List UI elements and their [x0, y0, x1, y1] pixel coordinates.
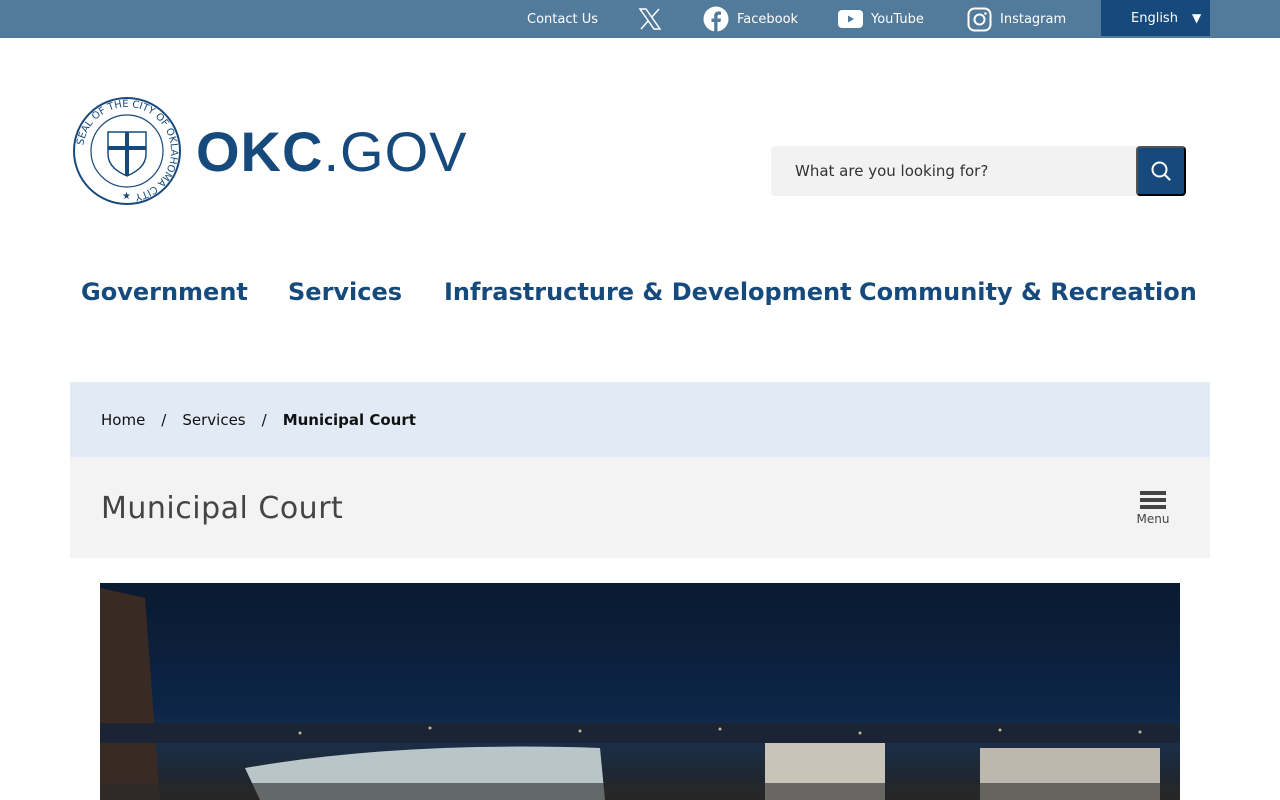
- menu-label: Menu: [1136, 512, 1170, 526]
- section-menu-button[interactable]: Menu: [1136, 491, 1170, 526]
- hamburger-icon: [1140, 491, 1166, 495]
- facebook-link[interactable]: Facebook: [703, 0, 798, 38]
- city-seal-logo: SEAL OF THE CITY OF OKLAHOMA CITY ★: [73, 97, 181, 205]
- youtube-icon: [838, 10, 863, 28]
- search-icon: [1151, 161, 1171, 181]
- caret-down-icon: ▼: [1191, 11, 1202, 25]
- nav-services[interactable]: Services: [288, 278, 402, 306]
- instagram-icon: [967, 7, 992, 31]
- hero-image-municipal-court-night: [100, 583, 1180, 800]
- breadcrumb-separator: /: [161, 410, 167, 429]
- hamburger-icon-bar: [1140, 505, 1166, 509]
- search-input[interactable]: [771, 146, 1137, 196]
- breadcrumb-separator: /: [261, 410, 267, 429]
- x-twitter-link[interactable]: [638, 0, 662, 38]
- language-select[interactable]: English ▼: [1101, 0, 1210, 36]
- nav-community-recreation[interactable]: Community & Recreation: [859, 278, 1197, 306]
- nav-government[interactable]: Government: [81, 278, 248, 306]
- youtube-link[interactable]: YouTube: [838, 0, 924, 38]
- svg-text:★: ★: [122, 191, 131, 202]
- breadcrumb-home[interactable]: Home: [101, 411, 145, 429]
- breadcrumb: Home / Services / Municipal Court: [70, 382, 1210, 457]
- utility-bar: Contact Us Facebook YouTube Instagram En…: [0, 0, 1280, 38]
- hamburger-icon-bar: [1140, 498, 1166, 502]
- page-header: Municipal Court Menu: [70, 457, 1210, 558]
- search-button[interactable]: [1136, 146, 1186, 196]
- x-icon: [638, 8, 662, 30]
- main-navigation: Government Services Infrastructure & Dev…: [0, 278, 1280, 314]
- instagram-link[interactable]: Instagram: [967, 0, 1066, 38]
- facebook-icon: [703, 6, 729, 32]
- home-logo-link[interactable]: SEAL OF THE CITY OF OKLAHOMA CITY ★ OKC.…: [72, 96, 467, 206]
- page-title: Municipal Court: [101, 491, 344, 526]
- breadcrumb-current: Municipal Court: [282, 410, 416, 429]
- site-brand: OKC.GOV: [196, 119, 468, 183]
- nav-infrastructure-development[interactable]: Infrastructure & Development: [444, 278, 852, 306]
- contact-us-link[interactable]: Contact Us: [527, 0, 598, 38]
- breadcrumb-services[interactable]: Services: [182, 411, 245, 429]
